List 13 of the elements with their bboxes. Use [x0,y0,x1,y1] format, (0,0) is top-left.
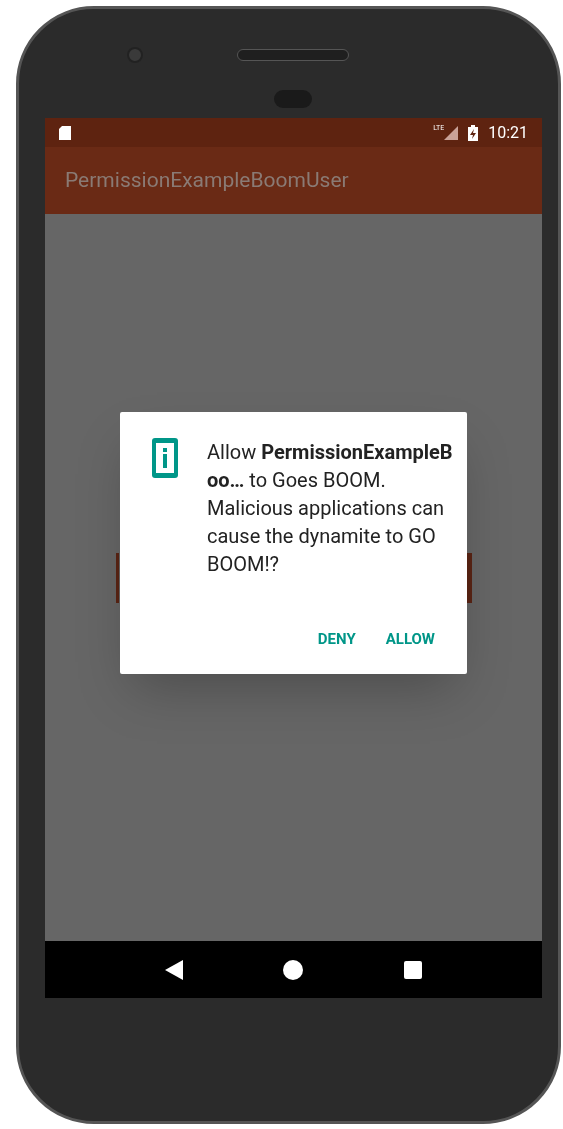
dialog-message: Allow PermissionExampleBoo… to Goes BOOM. Malicious applications can cause the dynamite to GO BOOM!? [207,439,454,578]
recents-icon[interactable] [403,960,422,979]
info-icon [152,438,178,478]
battery-charging-icon [468,124,479,141]
dialog-button[interactable]: DENY [307,621,366,656]
signal-icon [444,125,459,140]
camera-icon [127,47,143,63]
dialog-button[interactable]: ALLOW [375,621,445,656]
sd-card-icon [59,125,71,140]
clock: 10:21 [488,121,528,144]
back-icon[interactable] [165,959,184,980]
app-title: PermissionExampleBoomUser [65,166,349,194]
home-icon[interactable] [283,959,304,980]
